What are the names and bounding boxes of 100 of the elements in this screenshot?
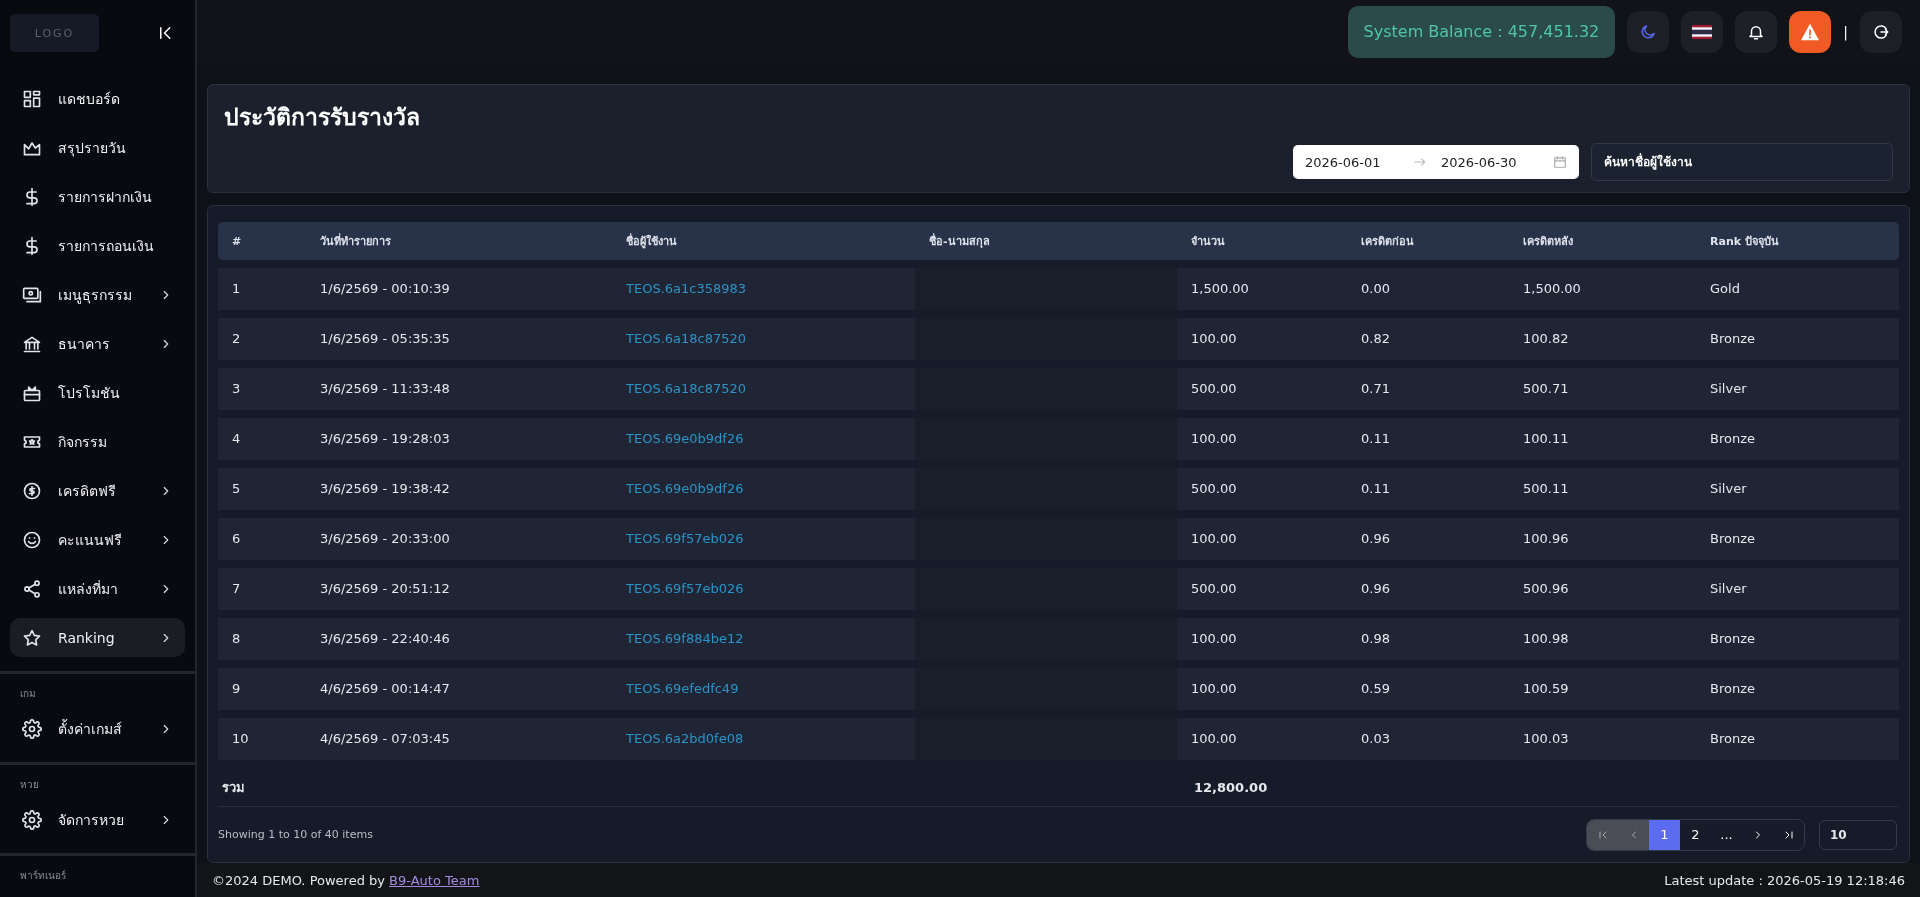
table-cell-text: Silver [1709,380,1748,398]
username-link[interactable]: TEOS.69e0b9df26 [612,418,915,460]
table-cell-text: 0.96 [1360,530,1391,548]
language-button[interactable] [1681,11,1724,53]
table-cell-text: 100.59 [1522,680,1570,698]
username-link[interactable]: TEOS.69efedfc49 [612,668,915,710]
nav-item[interactable]: แดชบอร์ด [10,79,185,118]
table-cell-text: 3/6/2569 - 20:51:12 [319,580,451,598]
table-cell-text: Gold [1709,280,1741,298]
table-cell-text: Bronze [1709,330,1756,348]
table-cell-text: 3 [231,380,242,398]
username-link[interactable]: TEOS.69f57eb026 [612,568,915,610]
notification-button[interactable] [1735,11,1778,53]
table-cell-text: 8 [231,630,242,648]
table-cell-text: 100.11 [1522,430,1570,448]
table-cell-text: 7 [231,580,242,598]
table-cell-text: 100.82 [1522,330,1570,348]
username-link[interactable]: TEOS.69f57eb026 [612,518,915,560]
table-cell-text: 500.71 [1522,380,1570,398]
table-cell-text: 0.96 [1360,580,1391,598]
dashboard-icon [22,88,42,109]
nav-item[interactable]: เมนูธุรกรรม [10,275,185,314]
table-cell-text: 10 [231,730,250,748]
section-title: หวย [19,778,40,792]
arrow-right-icon [1413,155,1427,169]
table-cell-text: 0.59 [1360,680,1391,698]
nav-item[interactable]: แหล่งที่มา [10,569,185,608]
pagination-info: Showing 1 to 10 of 40 items [218,828,374,841]
nav-item[interactable]: ตั้งค่าเกมส์ [10,709,185,748]
table-cell-text: 0.11 [1360,480,1391,498]
search-field[interactable]: ค้นหาชื่อผู้ใช้งาน [1591,143,1893,181]
username-link[interactable]: TEOS.6a18c87520 [612,318,915,360]
nav-item[interactable]: เครดิตฟรี [10,471,185,510]
star-icon [22,627,42,648]
table-cell-text: 3/6/2569 - 19:28:03 [319,430,451,448]
table-cell-text: 100.96 [1522,530,1570,548]
table-cell-text: Silver [1709,480,1748,498]
username-link[interactable]: TEOS.69e0b9df26 [612,468,915,510]
section-title: พาร์ทเนอร์ [19,869,67,883]
table-cell-text: Bronze [1709,680,1756,698]
table-cell-text: 3/6/2569 - 22:40:46 [319,630,451,648]
column-header: # [231,234,243,248]
column-header: วันที่ทำรายการ [319,232,392,250]
table-cell-text: Bronze [1709,430,1756,448]
table-cell-text: 3/6/2569 - 20:33:00 [319,530,451,548]
table-cell-text: 100.03 [1522,730,1570,748]
date-range-field[interactable]: 2026-06-01 2026-06-30 [1293,145,1579,179]
table-cell-text: 100.98 [1522,630,1570,648]
table-cell-text: 500.00 [1190,380,1238,398]
total-label: รวม [221,778,246,797]
last-update-text: Latest update : 2026-05-19 12:18:46 [1664,872,1905,888]
username-link[interactable]: TEOS.6a2bd0fe08 [612,718,915,760]
table-cell-text: 3/6/2569 - 19:38:42 [319,480,451,498]
share-icon [22,578,42,599]
nav-item[interactable]: รายการฝากเงิน [10,177,185,216]
table-cell-text: 100.00 [1190,680,1238,698]
theme-toggle[interactable] [1627,11,1670,53]
username-link[interactable]: TEOS.6a18c87520 [612,368,915,410]
nav-item[interactable]: กิจกรรม [10,422,185,461]
logo: LOGO [10,14,99,52]
column-header: ชื่อ-นามสกุล [928,232,991,250]
nav-item[interactable]: Ranking [10,618,185,657]
username-link[interactable]: TEOS.69f884be12 [612,618,915,660]
table-cell-text: 0.00 [1360,280,1391,298]
footer-link[interactable]: B9-Auto Team [389,872,480,888]
table-cell-text: 1 [231,280,242,298]
table-cell-text: Bronze [1709,730,1756,748]
calendar-icon [1553,155,1567,169]
nav-item[interactable]: ธนาคาร [10,324,185,363]
table-cell-text: 100.00 [1190,630,1238,648]
nav-item[interactable]: สรุปรายวัน [10,128,185,167]
logout-button[interactable] [1860,11,1902,53]
coin-icon [22,480,42,501]
page-size-select[interactable]: 10 [1819,819,1897,850]
page-button[interactable]: 1 [1649,819,1680,850]
username-link[interactable]: TEOS.6a1c358983 [612,268,915,310]
table-cell-text: 2 [231,330,242,348]
gear-icon [22,809,42,830]
moon-icon [1639,23,1658,41]
nav-item[interactable]: โปรโมชัน [10,373,185,412]
table-cell-text: 1,500.00 [1522,280,1582,298]
balance-badge: System Balance : 457,451.32 [1347,6,1616,58]
column-header: ชื่อผู้ใช้งาน [625,232,678,250]
table-cell-text: 100.00 [1190,530,1238,548]
table-cell-text: 5 [231,480,242,498]
table-cell-text: 3/6/2569 - 11:33:48 [319,380,451,398]
nav-item[interactable]: รายการถอนเงิน [10,226,185,265]
table-cell-text: 0.98 [1360,630,1391,648]
table-cell-text: 500.00 [1190,580,1238,598]
bell-icon [1747,23,1766,41]
nav-item[interactable]: คะแนนฟรี [10,520,185,559]
alert-button[interactable] [1789,11,1832,53]
column-header: จำนวน [1190,234,1226,250]
table-cell-text: Silver [1709,580,1748,598]
table-cell-text: 4/6/2569 - 00:14:47 [319,680,451,698]
table-cell-text: 100.00 [1190,330,1238,348]
table-cell-text: 500.11 [1522,480,1570,498]
nav-item[interactable]: จัดการหวย [10,800,185,839]
total-amount: 12,800.00 [1193,779,1268,795]
table-cell-text: Bronze [1709,630,1756,648]
